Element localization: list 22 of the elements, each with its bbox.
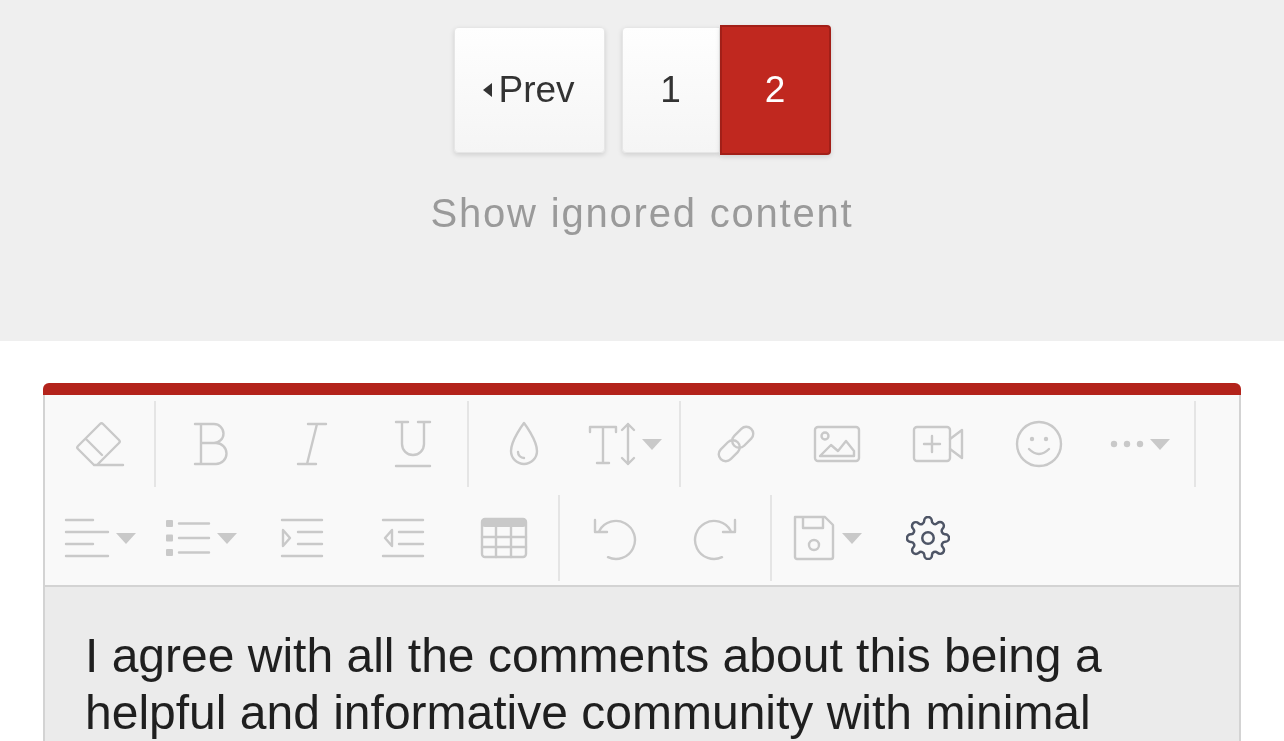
editor-input[interactable]: I agree with all the comments about this being a helpful and informative community with minimal	[43, 587, 1241, 741]
image-icon	[812, 425, 861, 463]
floppy-disk-icon	[791, 514, 836, 562]
align-left-icon	[63, 518, 110, 558]
italic-icon	[295, 422, 328, 466]
outdent-icon	[380, 518, 425, 558]
bold-icon	[192, 422, 229, 466]
video-camera-plus-icon	[911, 425, 964, 463]
underline-icon	[393, 420, 432, 468]
bulleted-list-icon	[164, 519, 211, 557]
ellipsis-icon	[1109, 440, 1144, 448]
drop-icon	[507, 421, 540, 467]
smiley-icon	[1014, 420, 1063, 468]
table-icon	[479, 517, 528, 559]
text-size-icon	[587, 421, 636, 467]
page-button[interactable]: 1	[621, 27, 720, 153]
page-button[interactable]: 2	[719, 25, 831, 155]
left-caret-icon	[483, 83, 493, 97]
eraser-icon	[74, 421, 125, 467]
indent-icon	[279, 518, 324, 558]
prev-button[interactable]: Prev	[453, 27, 605, 153]
gear-icon	[905, 516, 950, 560]
